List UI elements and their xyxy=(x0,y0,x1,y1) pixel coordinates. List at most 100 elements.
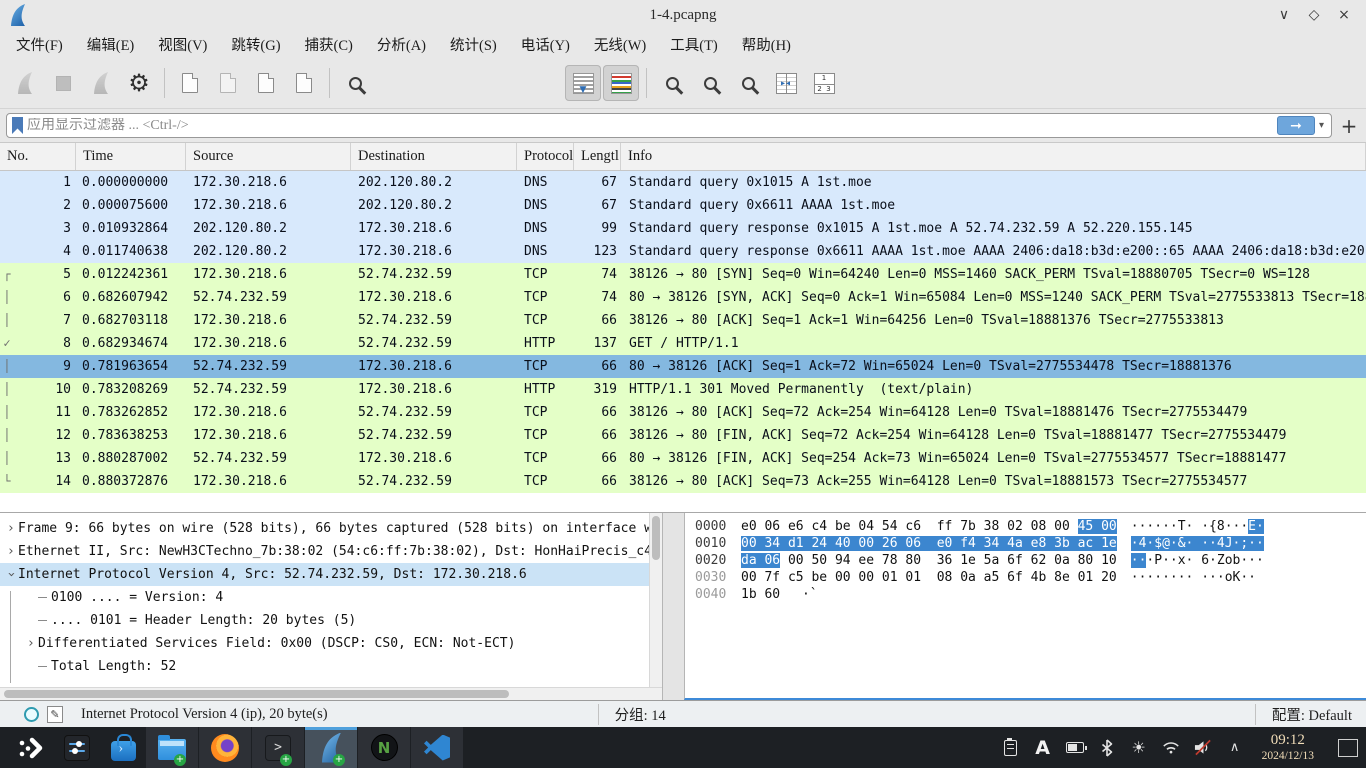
filter-bookmark-icon[interactable] xyxy=(12,117,23,134)
app-menu-button[interactable] xyxy=(8,727,54,768)
close-button[interactable]: × xyxy=(1334,5,1354,25)
packet-row[interactable]: │70.682703118172.30.218.652.74.232.59TCP… xyxy=(0,309,1366,332)
go-forward-button[interactable] xyxy=(413,65,449,101)
column-header-source[interactable]: Source xyxy=(186,143,351,170)
layout-button[interactable] xyxy=(806,65,842,101)
menu-go[interactable]: 跳转(G) xyxy=(219,32,292,57)
brightness-tray-icon[interactable]: ☀ xyxy=(1130,738,1148,758)
clipboard-tray-icon[interactable] xyxy=(1002,738,1020,758)
details-horizontal-scrollbar[interactable] xyxy=(0,687,662,700)
packet-row[interactable]: │100.78320826952.74.232.59172.30.218.6HT… xyxy=(0,378,1366,401)
hex-row[interactable]: 0000e0 06 e6 c4 be 04 54 c6 ff 7b 38 02 … xyxy=(695,519,1366,536)
capture-comment-icon[interactable]: ✎ xyxy=(47,706,63,723)
menu-tools[interactable]: 工具(T) xyxy=(658,32,730,57)
reload-file-button[interactable] xyxy=(286,65,322,101)
column-header-info[interactable]: Info xyxy=(621,143,1366,170)
details-horizontal-scrollbar-thumb[interactable] xyxy=(4,690,509,698)
capture-options-button[interactable] xyxy=(121,65,157,101)
wireshark-task[interactable]: + xyxy=(305,727,357,768)
menu-analyze[interactable]: 分析(A) xyxy=(365,32,438,57)
find-packet-button[interactable] xyxy=(337,65,373,101)
details-vertical-scrollbar[interactable] xyxy=(649,513,662,687)
settings-launcher[interactable] xyxy=(54,727,100,768)
tray-expand-chevron-icon[interactable]: ∧ xyxy=(1226,738,1244,758)
neovim-task[interactable]: N xyxy=(358,727,410,768)
packet-row[interactable]: │120.783638253172.30.218.652.74.232.59TC… xyxy=(0,424,1366,447)
packet-row[interactable]: └140.880372876172.30.218.652.74.232.59TC… xyxy=(0,470,1366,493)
menu-file[interactable]: 文件(F) xyxy=(4,32,75,57)
vscode-task[interactable] xyxy=(411,727,463,768)
packet-row[interactable]: │110.783262852172.30.218.652.74.232.59TC… xyxy=(0,401,1366,424)
status-profile[interactable]: 配置: Default xyxy=(1255,704,1366,725)
open-file-button[interactable] xyxy=(172,65,208,101)
go-back-button[interactable] xyxy=(375,65,411,101)
expander-icon[interactable]: › xyxy=(4,521,18,536)
packet-row[interactable]: 20.000075600172.30.218.6202.120.80.2DNS6… xyxy=(0,194,1366,217)
column-header-no[interactable]: No. xyxy=(0,143,76,170)
colorize-toggle[interactable] xyxy=(603,65,639,101)
zoom-in-button[interactable] xyxy=(654,65,690,101)
expander-icon[interactable]: › xyxy=(4,544,18,559)
maximize-button[interactable]: ◇ xyxy=(1304,5,1324,25)
zoom-reset-button[interactable] xyxy=(730,65,766,101)
display-filter-field[interactable]: ➞ ▾ xyxy=(6,113,1332,138)
packet-row[interactable]: ┌50.012242361172.30.218.652.74.232.59TCP… xyxy=(0,263,1366,286)
filter-dropdown-caret-icon[interactable]: ▾ xyxy=(1315,120,1328,131)
packet-row[interactable]: 30.010932864202.120.80.2172.30.218.6DNS9… xyxy=(0,217,1366,240)
packet-row[interactable]: │130.88028700252.74.232.59172.30.218.6TC… xyxy=(0,447,1366,470)
menu-help[interactable]: 帮助(H) xyxy=(730,32,803,57)
wifi-tray-icon[interactable] xyxy=(1162,738,1180,758)
packet-row[interactable]: │90.78196365452.74.232.59172.30.218.6TCP… xyxy=(0,355,1366,378)
hex-row[interactable]: 0020da 06 00 50 94 ee 78 80 36 1e 5a 6f … xyxy=(695,553,1366,570)
zoom-out-button[interactable] xyxy=(692,65,728,101)
hex-row[interactable]: 003000 7f c5 be 00 00 01 01 08 0a a5 6f … xyxy=(695,570,1366,587)
expander-icon[interactable]: › xyxy=(4,568,19,582)
detail-line[interactable]: 0100 .... = Version: 4 xyxy=(0,586,662,609)
pane-splitter[interactable] xyxy=(663,513,684,700)
file-manager-task[interactable]: + xyxy=(146,727,198,768)
show-desktop-button[interactable] xyxy=(1338,739,1358,757)
detail-line[interactable]: ›Internet Protocol Version 4, Src: 52.74… xyxy=(0,563,662,586)
input-method-tray-icon[interactable]: A xyxy=(1034,738,1052,758)
detail-line[interactable]: .... 0101 = Header Length: 20 bytes (5) xyxy=(0,609,662,632)
auto-scroll-toggle[interactable] xyxy=(565,65,601,101)
firefox-task[interactable] xyxy=(199,727,251,768)
detail-line[interactable]: ›Frame 9: 66 bytes on wire (528 bits), 6… xyxy=(0,517,662,540)
terminal-task[interactable]: > + xyxy=(252,727,304,768)
menu-edit[interactable]: 编辑(E) xyxy=(75,32,147,57)
detail-line[interactable]: ›Ethernet II, Src: NewH3CTechno_7b:38:02… xyxy=(0,540,662,563)
packet-row[interactable]: │60.68260794252.74.232.59172.30.218.6TCP… xyxy=(0,286,1366,309)
menu-view[interactable]: 视图(V) xyxy=(146,32,219,57)
packet-row[interactable]: 10.000000000172.30.218.6202.120.80.2DNS6… xyxy=(0,171,1366,194)
software-store-launcher[interactable] xyxy=(100,727,146,768)
volume-muted-tray-icon[interactable] xyxy=(1194,738,1212,758)
clock[interactable]: 09:12 2024/12/13 xyxy=(1258,732,1318,762)
display-filter-input[interactable] xyxy=(27,118,1277,134)
minimize-button[interactable]: ∨ xyxy=(1274,5,1294,25)
close-file-button[interactable] xyxy=(248,65,284,101)
add-filter-button[interactable]: + xyxy=(1338,114,1360,138)
packet-row[interactable]: ✓80.682934674172.30.218.652.74.232.59HTT… xyxy=(0,332,1366,355)
go-last-button[interactable] xyxy=(527,65,563,101)
hex-row[interactable]: 00401b 60 ·` xyxy=(695,587,1366,604)
column-header-time[interactable]: Time xyxy=(76,143,186,170)
menu-wireless[interactable]: 无线(W) xyxy=(582,32,658,57)
detail-line[interactable]: Total Length: 52 xyxy=(0,655,662,678)
resize-columns-button[interactable] xyxy=(768,65,804,101)
apply-filter-button[interactable]: ➞ xyxy=(1277,116,1315,135)
title-bar[interactable]: 1-4.pcapng ∨ ◇ × xyxy=(0,0,1366,30)
detail-line[interactable]: ›Differentiated Services Field: 0x00 (DS… xyxy=(0,632,662,655)
bluetooth-tray-icon[interactable] xyxy=(1098,738,1116,758)
column-header-lengtl[interactable]: Lengtl xyxy=(574,143,621,170)
details-vertical-scrollbar-thumb[interactable] xyxy=(652,516,660,560)
expander-icon[interactable]: › xyxy=(24,636,38,651)
menu-telephony[interactable]: 电话(Y) xyxy=(509,32,582,57)
menu-statistics[interactable]: 统计(S) xyxy=(438,32,509,57)
expert-info-icon[interactable] xyxy=(24,707,39,722)
menu-capture[interactable]: 捕获(C) xyxy=(293,32,365,57)
packet-row[interactable]: 40.011740638202.120.80.2172.30.218.6DNS1… xyxy=(0,240,1366,263)
go-first-button[interactable] xyxy=(489,65,525,101)
hex-row[interactable]: 001000 34 d1 24 40 00 26 06 e0 f4 34 4a … xyxy=(695,536,1366,553)
battery-tray-icon[interactable] xyxy=(1066,738,1084,758)
column-header-protocol[interactable]: Protocol xyxy=(517,143,574,170)
